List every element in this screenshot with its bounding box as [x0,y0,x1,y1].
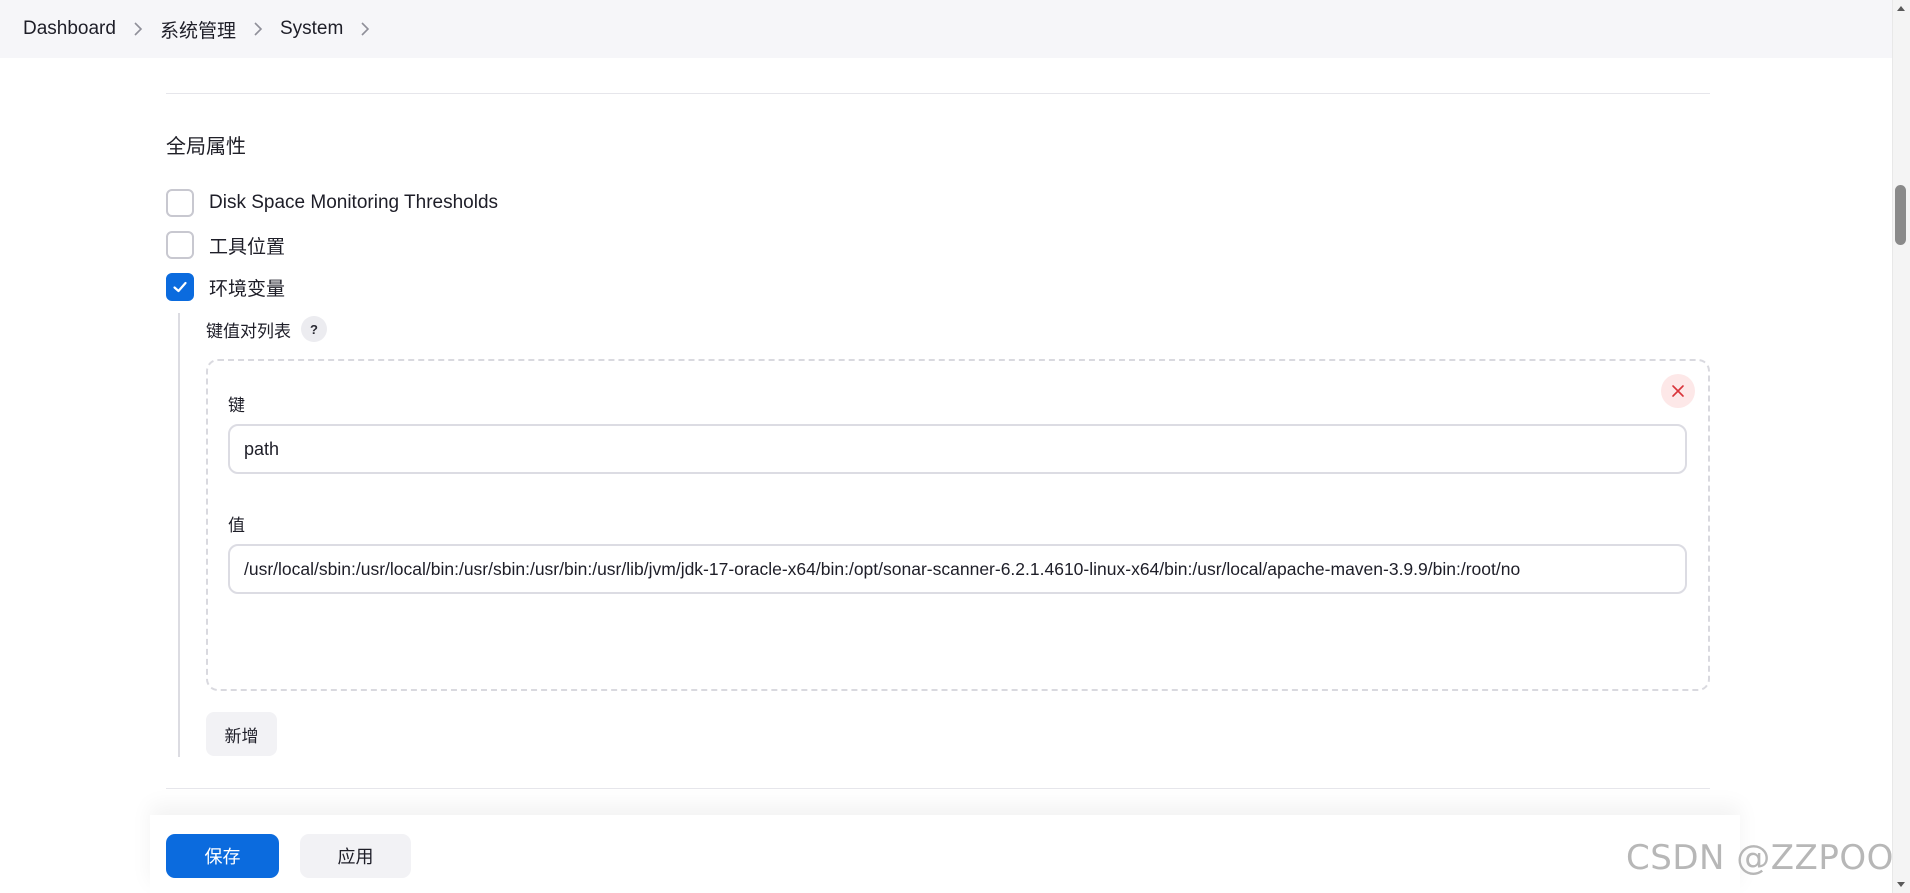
apply-button[interactable]: 应用 [300,834,411,878]
chevron-right-icon[interactable] [343,22,387,36]
watermark: CSDN @ZZPOOM [1626,838,1910,878]
env-var-entry [206,359,1710,691]
value-field-label: 值 [228,516,245,535]
section-title: 全局属性 [166,136,246,158]
scroll-up-icon[interactable] [1896,4,1906,14]
checkmark-icon [173,281,187,293]
checkbox[interactable] [166,231,194,259]
value-input[interactable]: /usr/local/sbin:/usr/local/bin:/usr/sbin… [228,544,1687,594]
checkbox[interactable] [166,189,194,217]
breadcrumb-system[interactable]: System [280,18,343,40]
help-icon[interactable]: ? [301,316,327,342]
nested-indent-line [178,313,180,757]
option-disk-space[interactable]: Disk Space Monitoring Thresholds [166,189,498,217]
option-tool-locations[interactable]: 工具位置 [166,231,285,259]
key-value-list-title: 键值对列表 [206,321,291,341]
scrollbar-thumb[interactable] [1895,185,1906,245]
close-icon [1672,385,1684,397]
breadcrumb-dashboard[interactable]: Dashboard [23,18,116,40]
vertical-scrollbar[interactable] [1892,0,1910,893]
add-button[interactable]: 新增 [206,712,277,756]
chevron-right-icon[interactable] [236,22,280,36]
config-page: Dashboard 系统管理 System 全局属性 Disk Space Mo… [0,0,1910,893]
option-label: Disk Space Monitoring Thresholds [209,192,499,213]
section-divider [166,788,1710,789]
option-env-vars[interactable]: 环境变量 [166,273,285,301]
key-field-label: 键 [228,396,245,415]
option-label: 环境变量 [209,278,286,300]
delete-entry-button[interactable] [1661,374,1695,408]
chevron-right-icon[interactable] [116,22,160,36]
save-button[interactable]: 保存 [166,834,279,878]
option-label: 工具位置 [209,236,286,258]
section-divider [166,93,1710,94]
key-value-list-label: 键值对列表 ? [206,316,327,342]
breadcrumb: Dashboard 系统管理 System [0,0,1892,58]
checkbox-checked[interactable] [166,273,194,301]
key-input[interactable]: path [228,424,1687,474]
scroll-down-icon[interactable] [1896,879,1906,889]
breadcrumb-system-management[interactable]: 系统管理 [160,16,236,43]
